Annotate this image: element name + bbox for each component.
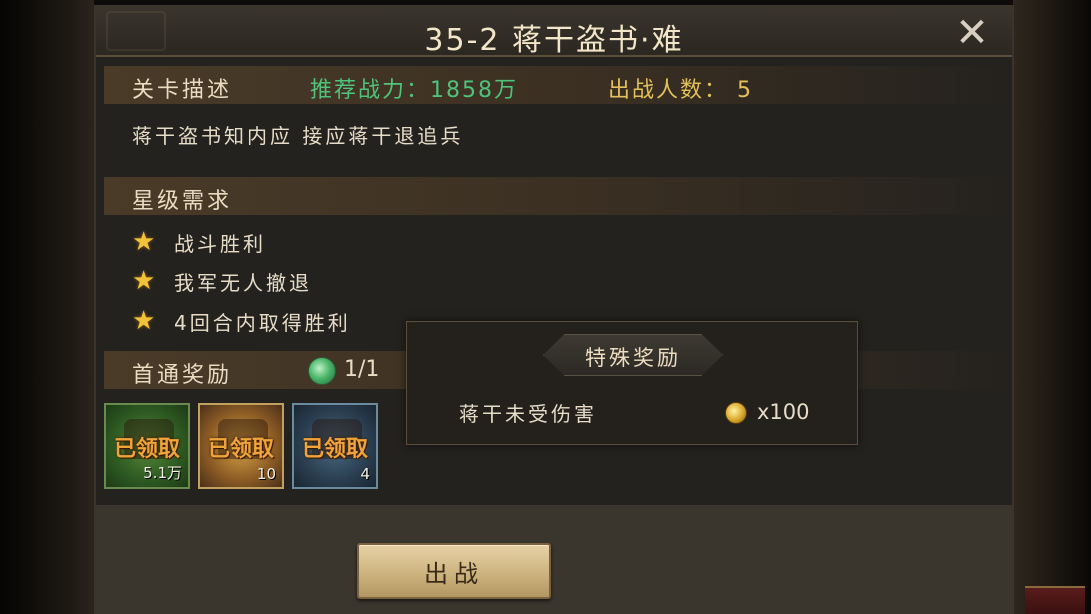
fighters-count: 出战人数： 5 [608,78,753,103]
stage-desc-label: 关卡描述 [132,78,233,103]
claimed-badge: 已领取 [301,437,368,462]
close-button[interactable]: ✕ [944,11,1000,55]
first-clear-progress: 1/1 [344,357,380,382]
requirement-row: ★ 4回合内取得胜利 [132,306,351,336]
reward-item[interactable]: 已领取 10 [198,403,284,489]
background-left [0,0,94,614]
star-icon: ★ [132,227,156,257]
recommended-power: 推荐战力：1858万 [310,78,518,103]
star-icon: ★ [132,266,156,296]
requirement-text: 我军无人撤退 [174,270,312,295]
requirement-row: ★ 战斗胜利 [132,227,266,257]
reward-quantity: 10 [256,465,276,483]
stage-description: 蒋干盗书知内应 接应蒋干退追兵 [132,124,464,148]
star-icon: ★ [132,306,156,336]
stage-title: 35-2 蒋干盗书·难 [424,23,684,58]
requirement-text: 4回合内取得胜利 [174,310,351,335]
special-reward-popup: 特殊奖励 蒋干未受伤害 x100 [406,321,858,445]
stage-info-bar: 关卡描述 推荐战力：1858万 出战人数： 5 [104,66,1004,104]
jade-icon [308,357,336,385]
reward-quantity: 5.1万 [143,464,182,482]
title-bar: 35-2 蒋干盗书·难 ✕ [96,5,1012,58]
claimed-badge: 已领取 [207,437,274,462]
background-right [1013,0,1091,614]
requirement-row: ★ 我军无人撤退 [132,266,312,296]
fight-button[interactable]: 出战 [357,543,551,599]
stage-panel: 35-2 蒋干盗书·难 ✕ 关卡描述 推荐战力：1858万 出战人数： 5 蒋干… [94,5,1014,614]
gold-coin-icon [725,402,747,424]
special-reward-title: 特殊奖励 [585,346,681,370]
close-icon: ✕ [955,10,989,56]
fight-button-label: 出战 [424,559,484,588]
reward-quantity: 4 [360,465,370,483]
bottom-area [96,505,1012,614]
star-requirement-label: 星级需求 [132,189,233,214]
reward-item[interactable]: 已领取 5.1万 [104,403,190,489]
requirement-text: 战斗胜利 [174,231,266,256]
special-reward-amount: x100 [757,400,810,424]
claimed-badge: 已领取 [113,437,180,462]
corner-decoration [1025,586,1085,614]
reward-item[interactable]: 已领取 4 [292,403,378,489]
star-requirement-bar: 星级需求 [104,177,1004,215]
special-reward-condition: 蒋干未受伤害 [459,402,597,426]
first-clear-label: 首通奖励 [132,363,233,388]
